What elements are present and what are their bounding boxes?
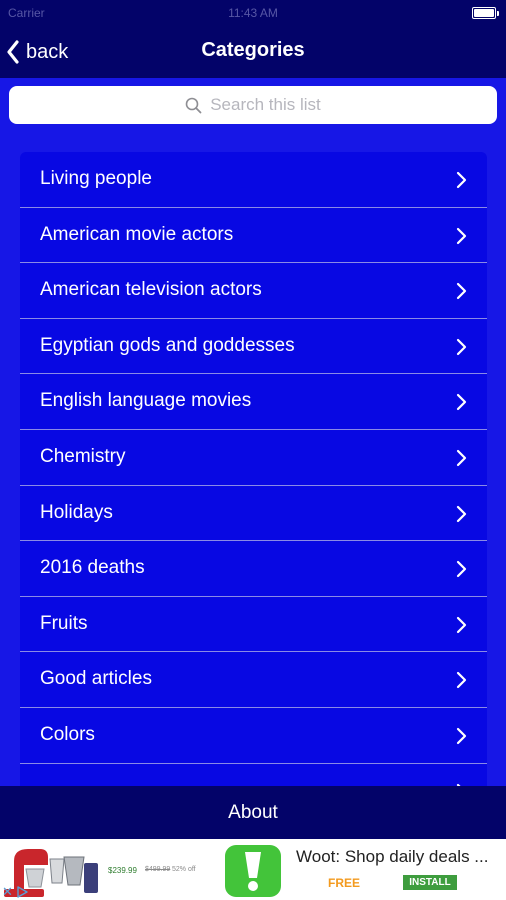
- list-item[interactable]: American movie actors: [20, 207, 487, 264]
- chevron-right-icon: [456, 449, 467, 467]
- adchoices[interactable]: ✕: [0, 883, 38, 900]
- bottom-bar: About: [0, 786, 506, 839]
- back-label: back: [26, 40, 69, 63]
- list-item[interactable]: 2016 deaths: [20, 541, 487, 597]
- list-item[interactable]: Egyptian gods and goddesses: [20, 318, 487, 375]
- close-icon[interactable]: ✕: [2, 884, 13, 900]
- list-item-label: Good articles: [40, 668, 152, 690]
- list-item[interactable]: American television actors: [20, 263, 487, 319]
- list-item-label: 2016 deaths: [40, 557, 145, 579]
- list-item-label: Fruits: [40, 612, 88, 634]
- category-list: Living people American movie actors Amer…: [20, 152, 487, 786]
- list-item-label: Chemistry: [40, 445, 126, 467]
- clock: 11:43 AM: [228, 6, 278, 20]
- nav-bar: back Categories: [0, 26, 506, 78]
- ad-install-button[interactable]: INSTALL: [403, 875, 457, 890]
- about-button[interactable]: About: [0, 802, 506, 824]
- ad-free-label: FREE: [328, 876, 361, 890]
- exclamation-icon: [245, 852, 261, 891]
- chevron-right-icon: [456, 561, 467, 578]
- list-item-label: Colors: [40, 723, 95, 745]
- chevron-left-icon: [7, 40, 19, 64]
- list-item[interactable]: Fruits: [20, 596, 487, 653]
- list-item[interactable]: Holidays: [20, 485, 487, 542]
- search-icon: [185, 97, 202, 113]
- chevron-right-icon: [456, 505, 467, 522]
- list-item[interactable]: Chemistry: [20, 429, 487, 486]
- page-title: Categories: [201, 39, 305, 61]
- search-placeholder: Search this list: [210, 95, 321, 114]
- chevron-right-icon: [456, 338, 467, 355]
- ad-price: $239.99: [108, 866, 137, 875]
- chevron-right-icon: [456, 727, 467, 745]
- list-item-label: Holidays: [40, 501, 113, 523]
- list-item-label: American television actors: [40, 279, 262, 301]
- chevron-right-icon: [456, 171, 467, 189]
- chevron-right-icon: [456, 672, 467, 689]
- ad-app-icon[interactable]: [225, 845, 281, 897]
- back-button[interactable]: back: [6, 34, 68, 70]
- search-bar: Search this list: [0, 78, 506, 135]
- list-item-label: American movie actors: [40, 223, 234, 245]
- list-item[interactable]: [20, 763, 487, 786]
- list-item[interactable]: Good articles: [20, 652, 487, 708]
- adchoices-icon: [17, 885, 28, 898]
- list-item[interactable]: Living people: [20, 152, 487, 208]
- list-item-label: Egyptian gods and goddesses: [40, 334, 295, 356]
- ad-headline[interactable]: Woot: Shop daily deals ...: [296, 847, 488, 867]
- list-item[interactable]: Colors: [20, 707, 487, 764]
- chevron-right-icon: [456, 283, 467, 300]
- chevron-right-icon: [456, 616, 467, 633]
- list-item-label: English language movies: [40, 390, 252, 412]
- ad-banner[interactable]: $239.99 $499.99 52% off Woot: Shop daily…: [0, 839, 506, 900]
- chevron-right-icon: [456, 227, 467, 244]
- ad-old-price: $499.99: [145, 866, 171, 873]
- list-item[interactable]: English language movies: [20, 374, 487, 430]
- search-input[interactable]: Search this list: [9, 86, 497, 124]
- battery-icon: [472, 7, 499, 19]
- list-item-label: Living people: [40, 168, 152, 189]
- ad-save-text: 52% off: [172, 866, 196, 873]
- chevron-right-icon: [456, 394, 467, 411]
- status-bar: Carrier 11:43 AM: [0, 0, 506, 26]
